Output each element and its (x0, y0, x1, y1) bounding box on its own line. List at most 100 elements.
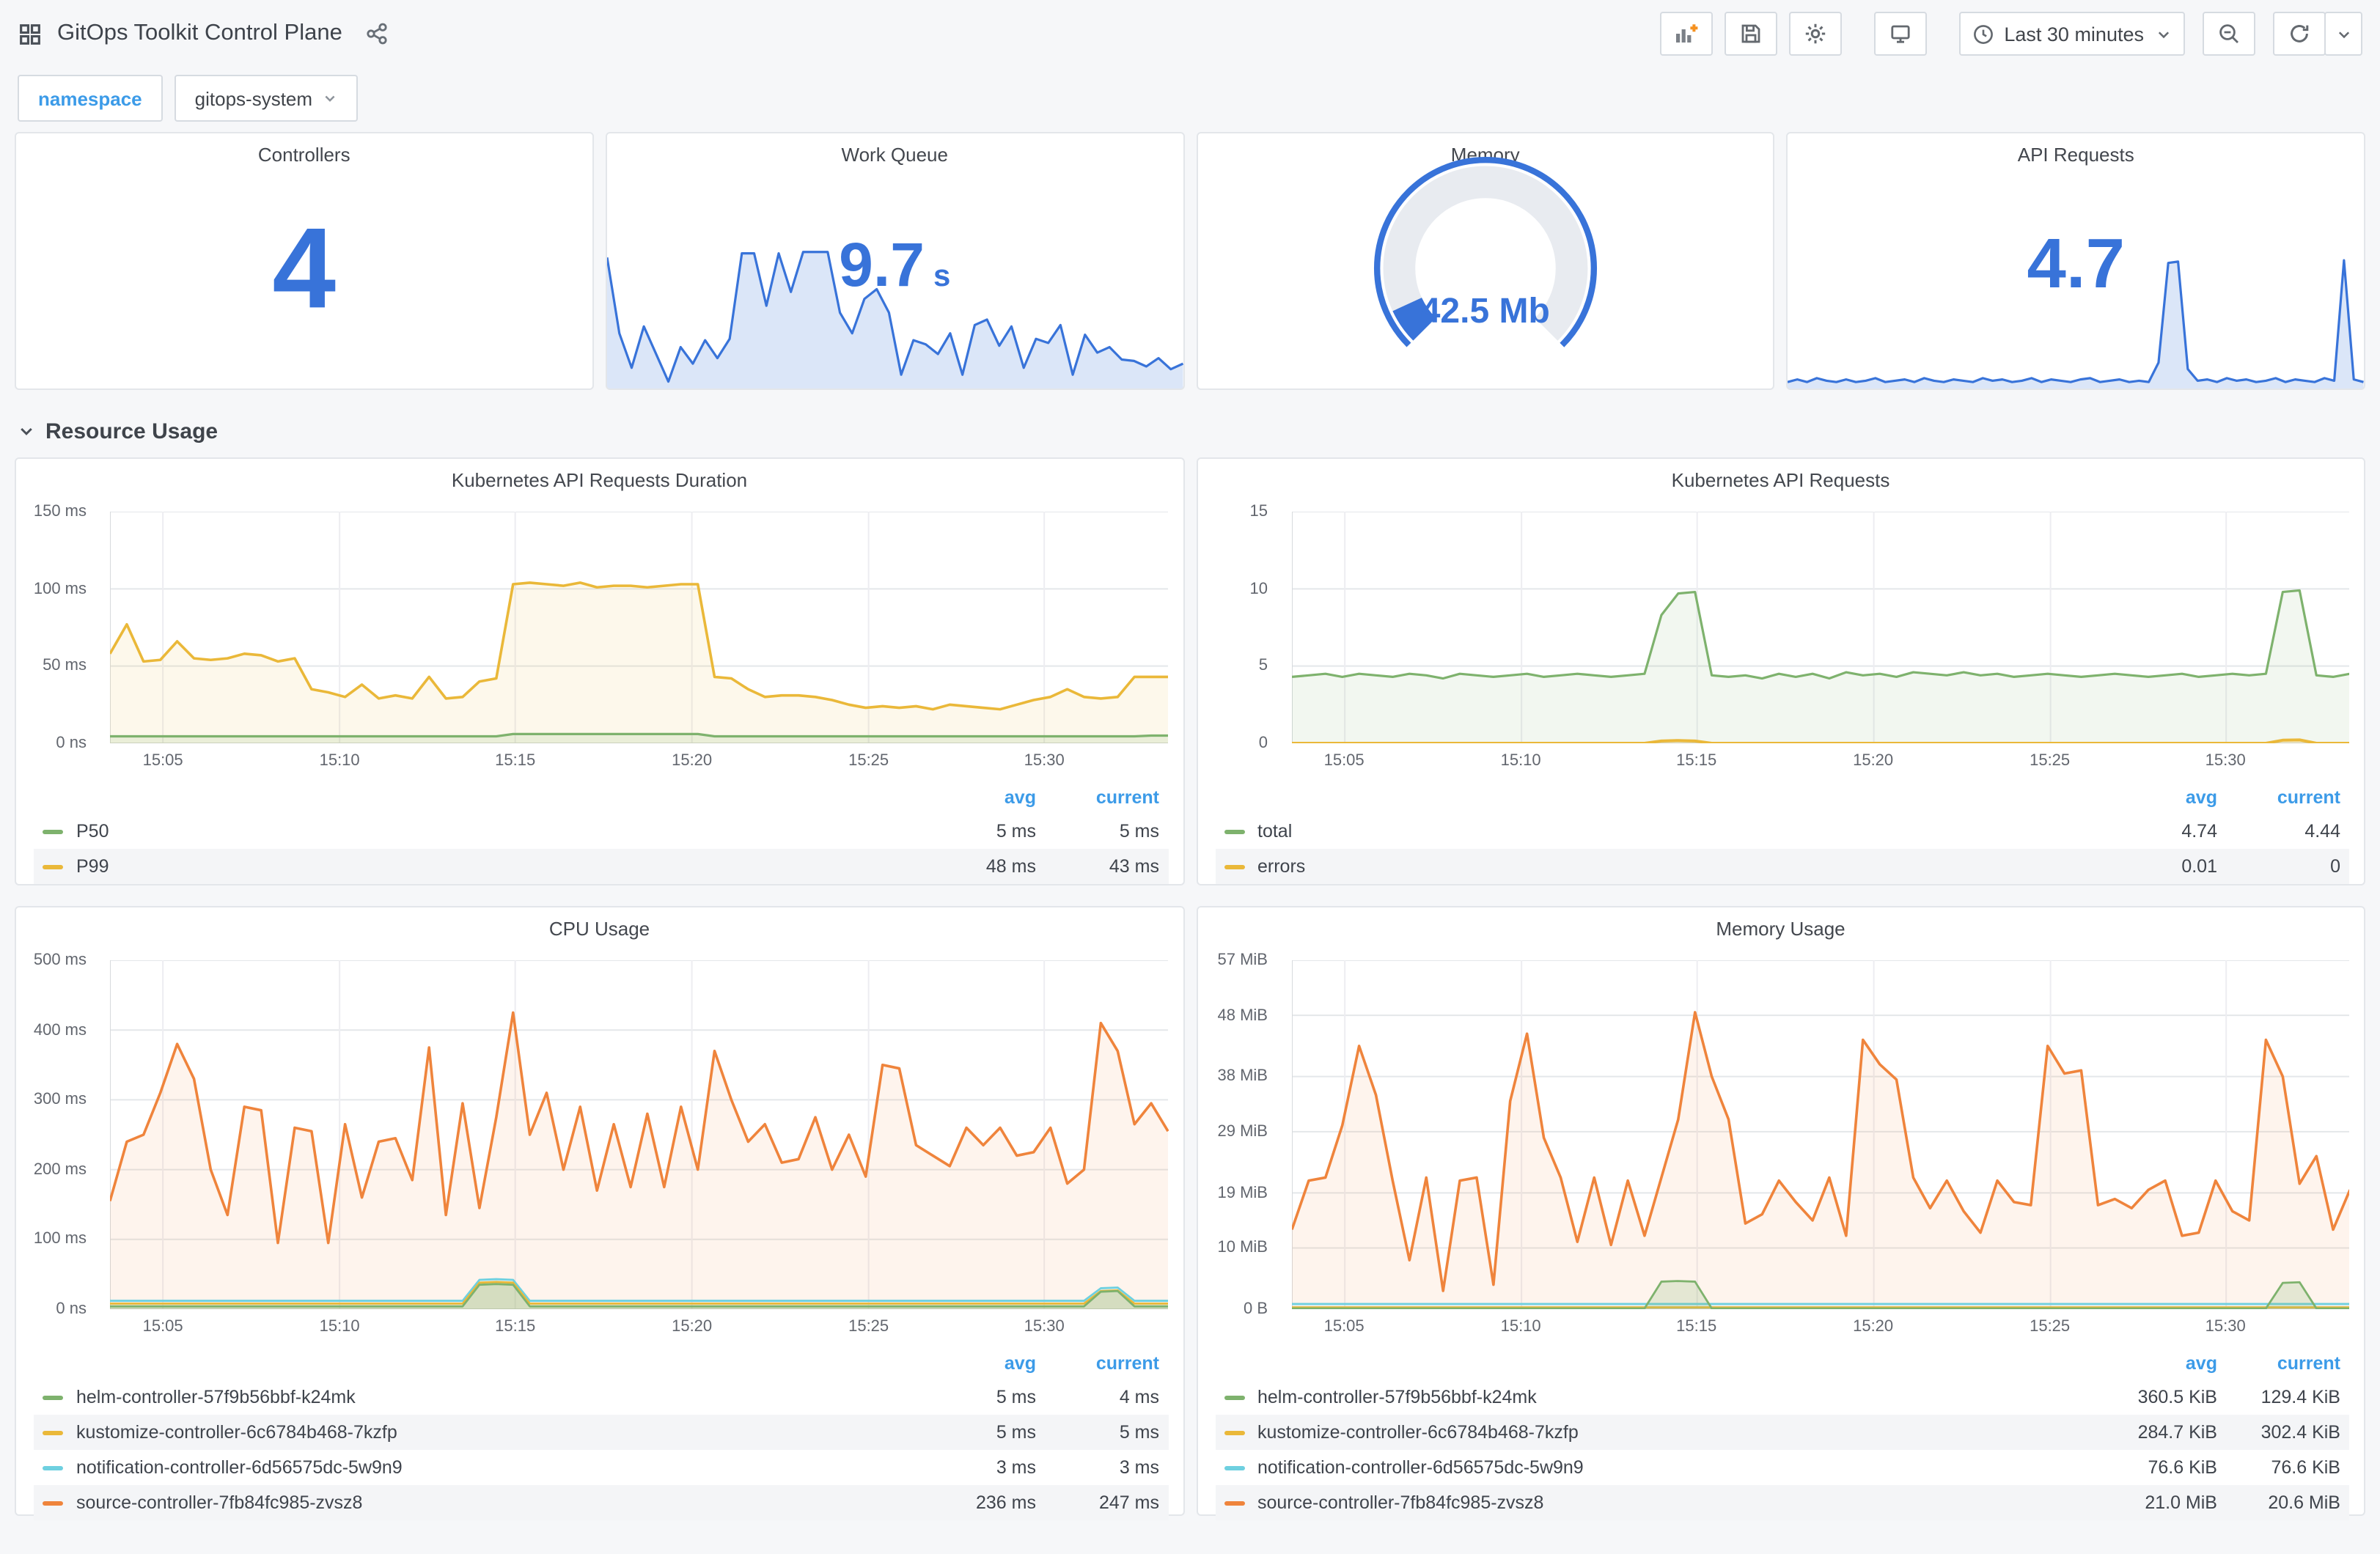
legend-row[interactable]: helm-controller-57f9b56bbf-k24mk 5 ms 4 ms (34, 1380, 1168, 1415)
panel-k8s-api-requests-duration: Kubernetes API Requests Duration 150 ms 1… (15, 457, 1184, 885)
legend-row[interactable]: errors 0.01 0 (1215, 849, 2349, 884)
series-color-dash (1224, 1500, 1244, 1505)
y-axis: 150 ms 100 ms 50 ms 0 ns (22, 503, 98, 752)
series-label[interactable]: P99 (76, 856, 109, 877)
panel-title[interactable]: API Requests (1788, 133, 2365, 174)
legend-row[interactable]: notification-controller-6d56575dc-5w9n9 3… (34, 1450, 1168, 1485)
series-avg: 21.0 MiB (2145, 1492, 2217, 1513)
series-label[interactable]: helm-controller-57f9b56bbf-k24mk (1257, 1387, 1537, 1407)
legend-column-avg[interactable]: avg (2103, 787, 2217, 808)
legend-column-current[interactable]: current (1036, 787, 1159, 808)
panel-title[interactable]: CPU Usage (16, 907, 1183, 949)
series-avg: 0.01 (2181, 856, 2217, 877)
stats-row: Controllers 4 Work Queue 9.7 s Memory 42.… (15, 132, 2365, 390)
x-tick-label: 15:05 (142, 752, 183, 770)
series-avg: 5 ms (996, 821, 1036, 842)
series-label[interactable]: helm-controller-57f9b56bbf-k24mk (76, 1387, 356, 1407)
series-avg: 236 ms (976, 1492, 1036, 1513)
series-color-dash (43, 864, 63, 869)
series-label[interactable]: source-controller-7fb84fc985-zvsz8 (1257, 1492, 1543, 1513)
panel-cpu-usage: CPU Usage 500 ms 400 ms 300 ms 200 ms 100 ms… (15, 906, 1184, 1520)
zoom-out-time-button[interactable] (2203, 12, 2255, 56)
share-icon[interactable] (366, 22, 389, 45)
panel-title[interactable]: Kubernetes API Requests Duration (16, 459, 1183, 500)
legend-row[interactable]: helm-controller-57f9b56bbf-k24mk 360.5 Ki… (1215, 1380, 2349, 1415)
apps-grid-icon[interactable] (18, 21, 43, 46)
legend-column-avg[interactable]: avg (922, 1353, 1036, 1374)
variable-value-dropdown[interactable]: gitops-system (174, 75, 359, 122)
legend-column-current[interactable]: current (2217, 1353, 2340, 1374)
series-label[interactable]: kustomize-controller-6c6784b468-7kzfp (1257, 1422, 1579, 1443)
y-tick-label: 150 ms (33, 503, 87, 520)
legend-row[interactable]: total 4.74 4.44 (1215, 814, 2349, 849)
dashboard-settings-button[interactable] (1788, 12, 1842, 56)
series-avg: 3 ms (996, 1457, 1036, 1478)
save-dashboard-button[interactable] (1724, 12, 1777, 56)
legend-row[interactable]: notification-controller-6d56575dc-5w9n9 7… (1215, 1450, 2349, 1485)
y-tick-label: 100 ms (33, 1230, 87, 1248)
x-axis: 15:05 15:10 15:15 15:20 15:25 15:30 (1291, 1309, 2349, 1341)
gauge-value: 42.5 Mb (1420, 291, 1550, 331)
x-tick-label: 15:25 (848, 1318, 889, 1336)
series-label[interactable]: total (1257, 821, 1292, 842)
legend-column-current[interactable]: current (1036, 1353, 1159, 1374)
x-tick-label: 15:15 (495, 752, 536, 770)
row-title: Resource Usage (45, 419, 218, 443)
series-current: 4.44 (2304, 821, 2340, 842)
y-axis: 15 10 5 0 (1203, 503, 1279, 752)
x-tick-label: 15:05 (142, 1318, 183, 1336)
legend-header: avg current (1215, 781, 2349, 814)
series-label[interactable]: errors (1257, 856, 1305, 877)
series-label[interactable]: P50 (76, 821, 109, 842)
panel-title[interactable]: Kubernetes API Requests (1197, 459, 2364, 500)
x-tick-label: 15:30 (1024, 752, 1065, 770)
legend-row[interactable]: kustomize-controller-6c6784b468-7kzfp 284… (1215, 1415, 2349, 1450)
y-tick-label: 29 MiB (1217, 1122, 1268, 1141)
x-tick-label: 15:15 (1676, 752, 1717, 770)
series-color-dash (43, 1430, 63, 1435)
cycle-view-mode-button[interactable] (1873, 12, 1927, 56)
y-tick-label: 200 ms (33, 1160, 87, 1179)
series-label[interactable]: notification-controller-6d56575dc-5w9n9 (76, 1457, 403, 1478)
series-avg: 76.6 KiB (2148, 1457, 2217, 1478)
x-tick-label: 15:20 (672, 752, 713, 770)
refresh-interval-dropdown[interactable] (2324, 12, 2362, 56)
legend-row[interactable]: source-controller-7fb84fc985-zvsz8 21.0 M… (1215, 1485, 2349, 1520)
series-color-dash (43, 1500, 63, 1505)
series-color-dash (1224, 864, 1244, 869)
legend-header: avg current (34, 1347, 1168, 1380)
series-avg: 48 ms (985, 856, 1036, 877)
legend-row[interactable]: kustomize-controller-6c6784b468-7kzfp 5 m… (34, 1415, 1168, 1450)
series-avg: 360.5 KiB (2137, 1387, 2217, 1407)
legend-header: avg current (1215, 1347, 2349, 1380)
legend-row[interactable]: source-controller-7fb84fc985-zvsz8 236 ms… (34, 1485, 1168, 1520)
series-color-dash (1224, 1465, 1244, 1470)
y-axis: 500 ms 400 ms 300 ms 200 ms 100 ms 0 ns (22, 951, 98, 1318)
legend-column-avg[interactable]: avg (2103, 1353, 2217, 1374)
x-tick-label: 15:10 (1500, 1318, 1541, 1336)
x-tick-label: 15:05 (1323, 752, 1365, 770)
panel-k8s-api-requests: Kubernetes API Requests 15 10 5 0 15:05 15:1… (1196, 457, 2365, 885)
x-axis: 15:05 15:10 15:15 15:20 15:25 15:30 (110, 743, 1168, 776)
x-axis: 15:05 15:10 15:15 15:20 15:25 15:30 (1291, 743, 2349, 776)
add-panel-button[interactable] (1659, 12, 1713, 56)
refresh-button[interactable] (2273, 12, 2326, 56)
series-color-dash (1224, 829, 1244, 833)
series-label[interactable]: source-controller-7fb84fc985-zvsz8 (76, 1492, 362, 1513)
series-current: 0 (2330, 856, 2340, 877)
panel-title[interactable]: Work Queue (607, 133, 1183, 174)
legend-row[interactable]: P99 48 ms 43 ms (34, 849, 1168, 884)
panel-title[interactable]: Controllers (16, 133, 592, 174)
series-label[interactable]: notification-controller-6d56575dc-5w9n9 (1257, 1457, 1584, 1478)
legend-row[interactable]: P50 5 ms 5 ms (34, 814, 1168, 849)
row-resource-usage[interactable]: Resource Usage (18, 413, 2362, 449)
panel-title[interactable]: Memory Usage (1197, 907, 2364, 949)
legend-column-avg[interactable]: avg (922, 787, 1036, 808)
legend-column-current[interactable]: current (2217, 787, 2340, 808)
x-tick-label: 15:20 (1853, 752, 1894, 770)
time-range-label: Last 30 minutes (2004, 23, 2144, 45)
y-tick-label: 38 MiB (1217, 1067, 1268, 1086)
series-current: 302.4 KiB (2260, 1422, 2340, 1443)
time-range-picker[interactable]: Last 30 minutes (1958, 12, 2185, 56)
series-label[interactable]: kustomize-controller-6c6784b468-7kzfp (76, 1422, 397, 1443)
